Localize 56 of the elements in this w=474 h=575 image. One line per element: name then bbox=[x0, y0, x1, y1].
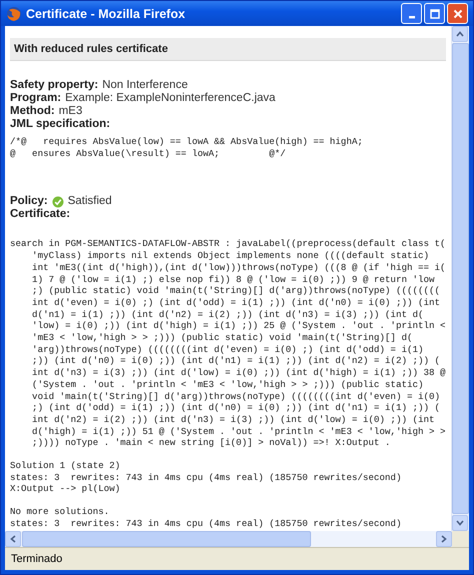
minimize-icon bbox=[408, 16, 414, 19]
code-line: 'mE3 < 'low,'high > > ;))) (public static) void 'main(t('String)[] d( bbox=[31, 332, 414, 344]
code-line: int 'mE3((int d('high)),(int d('low)))throws(noType) (((8 @ (if 'high == i( bbox=[31, 262, 446, 274]
window-title: Certificate - Mozilla Firefox bbox=[26, 6, 186, 20]
code-line: @ ensures AbsValue(\result) == lowA; @*/ bbox=[10, 148, 287, 160]
code-line: ;) (int d('odd) = i(1) ;)) (int d('n0) = i(0) ;)) (int d('n1) = i(1) ;)) ( bbox=[31, 402, 442, 414]
scrollbar-thumb[interactable] bbox=[22, 531, 312, 547]
property-label: Certificate: bbox=[10, 208, 70, 222]
maximize-button[interactable] bbox=[424, 3, 445, 24]
scroll-left-button[interactable] bbox=[5, 531, 21, 547]
property-label: Method: bbox=[10, 105, 55, 118]
chevron-up-icon bbox=[456, 30, 464, 38]
code-line: 1) 7 @ ('low = i(1) ;) else nop fi)) 8 @ ('low = i(0) ;)) 9 @ return 'low bbox=[31, 274, 436, 286]
section-header: With reduced rules certificate bbox=[10, 38, 446, 61]
code-line: d('n1) = i(1) ;)) (int d('n2) = i(2) ;)) (int d('n3) = i(3) ;)) (int d( bbox=[31, 308, 425, 320]
code-line: d('high) = i(1) ;)) 51 @ ('System . 'out . 'println < 'mE3 < 'low,'high > > bbox=[31, 426, 446, 438]
browser-logo-icon bbox=[6, 6, 22, 22]
property-value: Satisfied bbox=[68, 195, 112, 208]
code-line: ;)) (int d('n0) = i(0) ;)) (int d('n1) = i(1) ;)) (int d('n2) = i(2) ;)) ( bbox=[31, 355, 442, 368]
code-line: 'arg))throws(noType) ((((((((int d('even) = i(0) ;) (int d('odd) = i(1) bbox=[31, 344, 425, 356]
code-line: states: 3 rewrites: 743 in 4ms cpu (4ms real) (185750 rewrites/second) bbox=[10, 518, 402, 530]
close-icon bbox=[452, 8, 462, 18]
property-label: Program: bbox=[10, 92, 62, 105]
status-text: Terminado bbox=[11, 553, 62, 565]
code-line: /*@ requires AbsValue(low) == lowA && AbsValue(high) == highA; bbox=[10, 136, 364, 148]
code-line: 'myClass) imports nil extends Object implements none ((((default static) bbox=[31, 250, 430, 262]
code-line: ;) (public static) void 'main(t('String)[] d('arg))throws(noType) (((((((( bbox=[31, 285, 442, 297]
code-line: int d('even) = i(0) ;) (int d('odd) = i(1) ;)) (int d('n0) = i(0) ;)) (int bbox=[31, 296, 442, 309]
property-label: Safety property: bbox=[10, 79, 98, 92]
code-line: int d('n2) = i(2) ;)) (int d('n3) = i(3) ;)) (int d('low) = i(0) ;)) (int bbox=[31, 414, 436, 426]
code-line: X:Output --> pl(Low) bbox=[10, 483, 122, 496]
property-value: Non Interference bbox=[102, 79, 188, 92]
code-line: search in PGM-SEMANTICS-DATAFLOW-ABSTR : javaLabel((preprocess(default class t( bbox=[10, 238, 446, 250]
code-line: int d('n3) = i(3) ;)) (int d('low) = i(0) ;)) (int d('high) = i(1) ;)) 38 @ bbox=[31, 367, 446, 379]
code-line: 'low) = i(0) ;)) (int d('high) = i(1) ;)) 25 @ ('System . 'out . 'println < bbox=[31, 320, 446, 332]
chevron-right-icon bbox=[440, 535, 448, 543]
code-line: No more solutions. bbox=[10, 506, 110, 518]
property-value: mE3 bbox=[58, 105, 82, 118]
property-label: JML specification: bbox=[10, 118, 110, 131]
chevron-down-icon bbox=[456, 519, 464, 527]
code-line: ('System . 'out . 'println < 'mE3 < 'low,'high > > ;))) (public static) bbox=[31, 378, 425, 391]
scroll-up-button[interactable] bbox=[452, 26, 468, 42]
minimize-button[interactable] bbox=[401, 3, 422, 24]
code-line: void 'main(t('String)[] d('arg))throws(noType) ((((((((int d('even) = i(0) bbox=[31, 390, 442, 402]
maximize-icon bbox=[430, 8, 440, 18]
close-button[interactable] bbox=[447, 3, 468, 24]
scroll-down-button[interactable] bbox=[452, 515, 468, 531]
check-icon bbox=[52, 196, 64, 208]
scroll-right-button[interactable] bbox=[436, 531, 452, 547]
property-value: Example: ExampleNoninterferenceC.java bbox=[65, 92, 276, 105]
property-label: Policy: bbox=[10, 195, 48, 208]
code-line: ;)))) noType . 'main < new string [i(0)] > noVal)) =>! X:Output . bbox=[31, 437, 392, 450]
code-line: states: 3 rewrites: 743 in 4ms cpu (4ms real) (185750 rewrites/second) bbox=[10, 472, 402, 484]
code-line: Solution 1 (state 2) bbox=[10, 460, 122, 472]
horizontal-scrollbar[interactable] bbox=[5, 531, 469, 547]
chevron-left-icon bbox=[9, 535, 17, 543]
